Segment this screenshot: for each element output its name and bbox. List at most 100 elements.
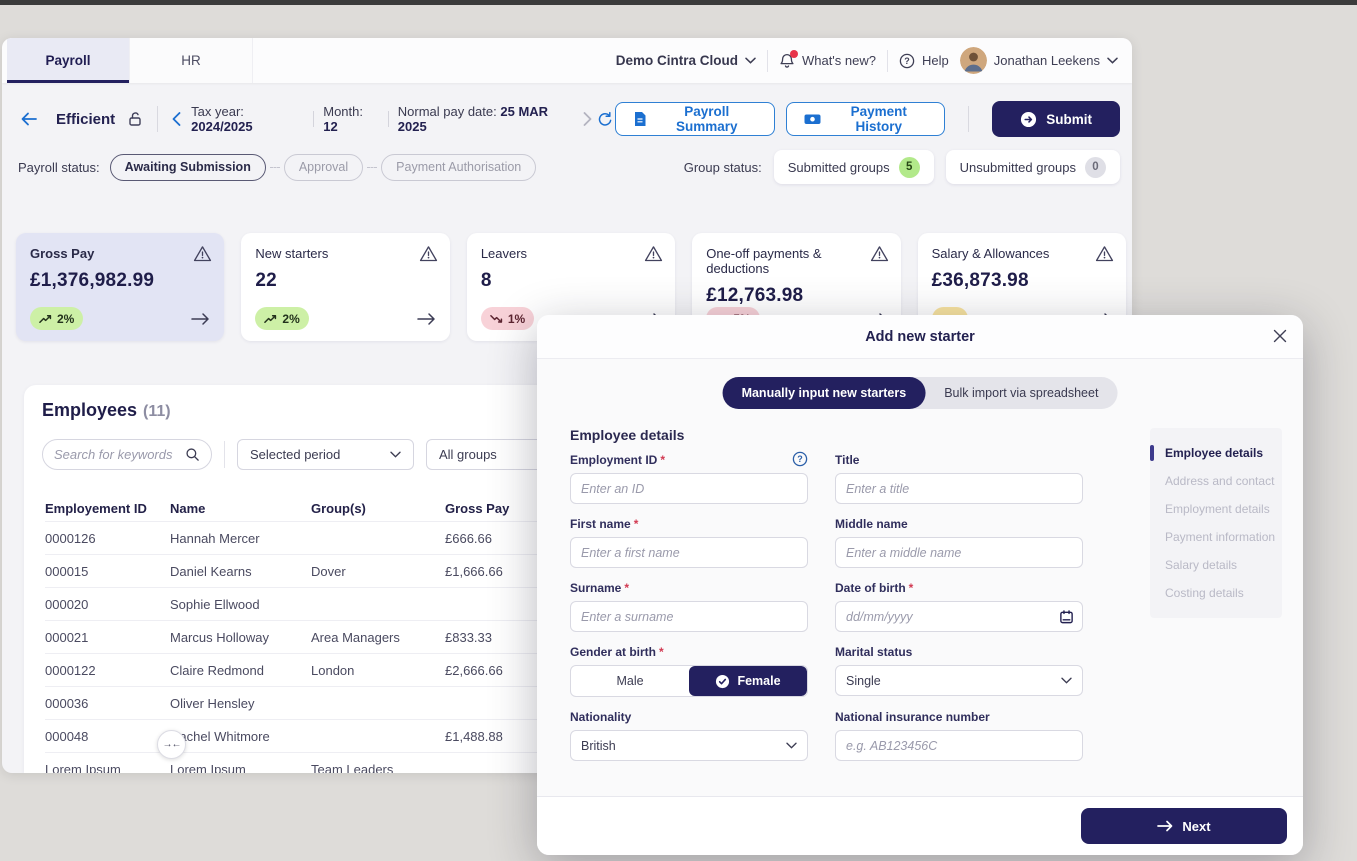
title-input[interactable]	[835, 473, 1083, 504]
tab-payroll[interactable]: Payroll	[7, 38, 130, 83]
group-status: Group status: Submitted groups 5 Unsubmi…	[684, 150, 1120, 184]
environment-selector[interactable]: Demo Cintra Cloud	[616, 53, 756, 68]
nationality-select[interactable]: British	[570, 730, 808, 761]
svg-text:?: ?	[797, 454, 803, 464]
section-title: Employee details	[570, 427, 684, 443]
cell-name: Lorem Ipsum	[170, 762, 311, 774]
cell-name: Sophie Ellwood	[170, 597, 311, 612]
help-icon[interactable]: ?	[792, 451, 808, 467]
document-icon	[633, 111, 647, 127]
next-button[interactable]: Next	[1081, 808, 1287, 844]
trend-value: 1%	[508, 312, 525, 326]
surname-input[interactable]	[570, 601, 808, 632]
card-new-starters[interactable]: New starters 22 2%	[241, 233, 449, 341]
environment-label: Demo Cintra Cloud	[616, 53, 738, 68]
submit-button[interactable]: Submit	[992, 101, 1120, 137]
whats-new-button[interactable]: What's new?	[779, 53, 876, 69]
payment-history-label: Payment History	[830, 104, 927, 134]
help-label: Help	[922, 53, 949, 68]
gender-option-female[interactable]: Female	[689, 666, 807, 696]
step-costing-details[interactable]: Costing details	[1150, 579, 1282, 607]
chevron-down-icon	[390, 451, 401, 458]
ni-number-input[interactable]	[835, 730, 1083, 761]
employment-id-input[interactable]	[570, 473, 808, 504]
gender-option-male[interactable]: Male	[571, 666, 689, 696]
status-chip-awaiting-submission: Awaiting Submission	[110, 154, 266, 181]
bell-icon	[779, 53, 795, 69]
field-label: Title	[835, 453, 1083, 467]
reset-period-icon[interactable]	[594, 109, 615, 129]
unlock-icon[interactable]	[125, 109, 145, 129]
middle-name-input[interactable]	[835, 537, 1083, 568]
unsubmitted-groups-button[interactable]: Unsubmitted groups 0	[946, 150, 1120, 184]
mode-bulk-import[interactable]: Bulk import via spreadsheet	[925, 377, 1117, 409]
collapse-column-handle[interactable]: →←	[157, 730, 186, 759]
date-of-birth-input[interactable]	[835, 601, 1083, 632]
card-arrow-icon[interactable]	[417, 312, 436, 326]
next-period-button[interactable]	[581, 110, 594, 128]
card-value: 8	[481, 270, 661, 292]
cell-id: 000048	[45, 729, 170, 744]
search-icon	[185, 447, 200, 462]
field-nationality: Nationality British	[570, 710, 808, 761]
marital-status-select[interactable]: Single	[835, 665, 1083, 696]
period-filter[interactable]: Selected period	[237, 439, 414, 470]
cell-name: Rachel Whitmore	[170, 729, 311, 744]
step-employment-details[interactable]: Employment details	[1150, 495, 1282, 523]
input-mode-toggle: Manually input new starters Bulk import …	[723, 377, 1118, 409]
col-header-name: Name	[170, 501, 311, 516]
next-label: Next	[1182, 819, 1210, 834]
gender-male-label: Male	[616, 674, 643, 688]
payment-history-button[interactable]: Payment History	[786, 102, 945, 136]
cell-name: Hannah Mercer	[170, 531, 311, 546]
employee-details-form: Employment ID* ? Title First name* Middl…	[570, 453, 1083, 761]
mode-bulk-label: Bulk import via spreadsheet	[944, 386, 1098, 400]
status-chip-label: Awaiting Submission	[125, 160, 251, 174]
whats-new-label: What's new?	[802, 53, 876, 68]
cell-groups: Dover	[311, 564, 445, 579]
info-divider	[313, 111, 314, 127]
card-title: Gross Pay	[30, 246, 210, 261]
field-label: Date of birth*	[835, 581, 1083, 595]
unsubmitted-groups-count: 0	[1085, 157, 1106, 178]
warning-icon	[193, 245, 212, 262]
payroll-toolbar: Efficient Tax year: 2024/2025 Month: 12 …	[2, 95, 1132, 143]
step-employee-details[interactable]: Employee details	[1150, 439, 1282, 467]
cell-groups: Area Managers	[311, 630, 445, 645]
chevron-down-icon	[786, 742, 797, 749]
user-menu[interactable]: Jonathan Leekens	[960, 47, 1118, 74]
submitted-groups-button[interactable]: Submitted groups 5	[774, 150, 934, 184]
card-value: 22	[255, 270, 435, 292]
first-name-input[interactable]	[570, 537, 808, 568]
field-employment-id: Employment ID* ?	[570, 453, 808, 504]
cell-id: 0000126	[45, 531, 170, 546]
previous-period-button[interactable]	[170, 110, 183, 128]
close-icon[interactable]	[1273, 329, 1287, 343]
required-mark: *	[909, 581, 914, 595]
search-box[interactable]	[42, 439, 212, 470]
chevron-down-icon	[1061, 677, 1072, 684]
card-gross-pay[interactable]: Gross Pay £1,376,982.99 2%	[16, 233, 224, 341]
employees-title-row: Employees (11)	[42, 400, 171, 421]
unsubmitted-groups-label: Unsubmitted groups	[960, 160, 1076, 175]
tab-hr[interactable]: HR	[130, 38, 253, 83]
step-salary-details[interactable]: Salary details	[1150, 551, 1282, 579]
svg-text:?: ?	[904, 56, 910, 66]
card-footer: 2%	[30, 307, 210, 330]
back-button[interactable]	[18, 109, 40, 129]
help-button[interactable]: ? Help	[899, 53, 949, 69]
payroll-summary-button[interactable]: Payroll Summary	[615, 102, 775, 136]
calendar-icon[interactable]	[1059, 609, 1074, 624]
pay-period-info: Tax year: 2024/2025 Month: 12 Normal pay…	[191, 104, 573, 134]
step-payment-information[interactable]: Payment information	[1150, 523, 1282, 551]
card-title: One-off payments & deductions	[706, 246, 886, 276]
cell-groups: Team Leaders	[311, 762, 445, 774]
cell-name: Daniel Kearns	[170, 564, 311, 579]
mode-manual-input[interactable]: Manually input new starters	[723, 377, 926, 409]
field-date-of-birth: Date of birth*	[835, 581, 1083, 632]
month: Month: 12	[323, 104, 379, 134]
col-header-employment-id: Employement ID	[45, 501, 170, 516]
card-arrow-icon[interactable]	[191, 312, 210, 326]
step-address-and-contact[interactable]: Address and contact	[1150, 467, 1282, 495]
search-input[interactable]	[54, 447, 179, 462]
